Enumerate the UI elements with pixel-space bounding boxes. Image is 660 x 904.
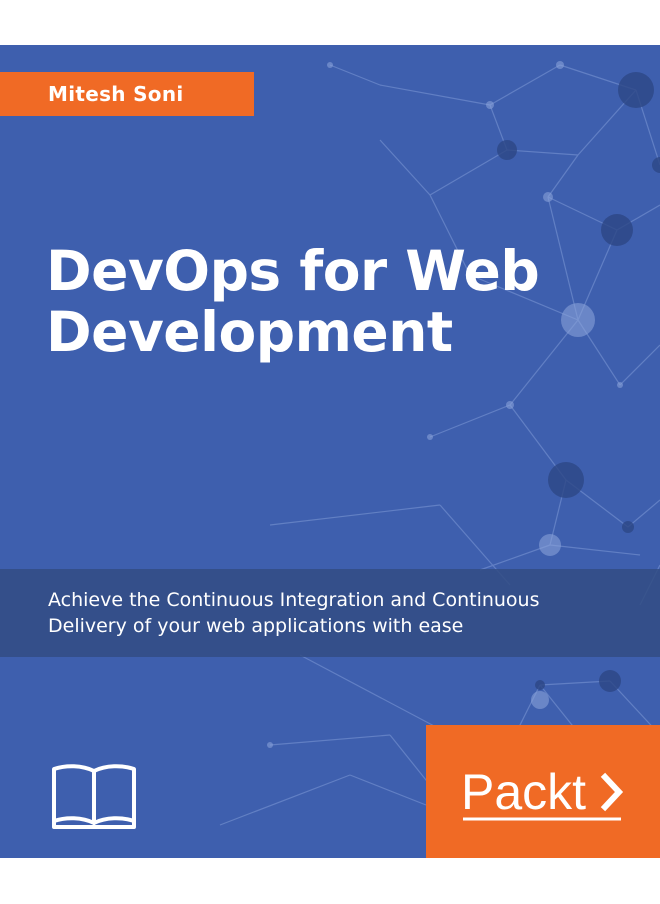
- open-book-icon: [52, 764, 136, 829]
- book-subtitle: Achieve the Continuous Integration and C…: [48, 587, 628, 639]
- chevron-right-icon: [600, 772, 624, 811]
- book-subtitle-line-2: Delivery of your web applications with e…: [48, 615, 464, 637]
- book-title-line-1: DevOps for Web: [46, 239, 540, 303]
- book-cover: Mitesh Soni DevOps for Web Development A…: [0, 45, 660, 858]
- author-name: Mitesh Soni: [48, 82, 184, 106]
- subtitle-band: Achieve the Continuous Integration and C…: [0, 569, 660, 657]
- book-title-line-2: Development: [46, 300, 453, 364]
- publisher-name: Packt: [461, 764, 586, 820]
- book-subtitle-line-1: Achieve the Continuous Integration and C…: [48, 589, 540, 611]
- author-bar: Mitesh Soni: [0, 72, 254, 116]
- book-title: DevOps for Web Development: [46, 239, 540, 364]
- publisher-logo: Packt: [461, 764, 624, 820]
- publisher-box: Packt: [426, 725, 660, 858]
